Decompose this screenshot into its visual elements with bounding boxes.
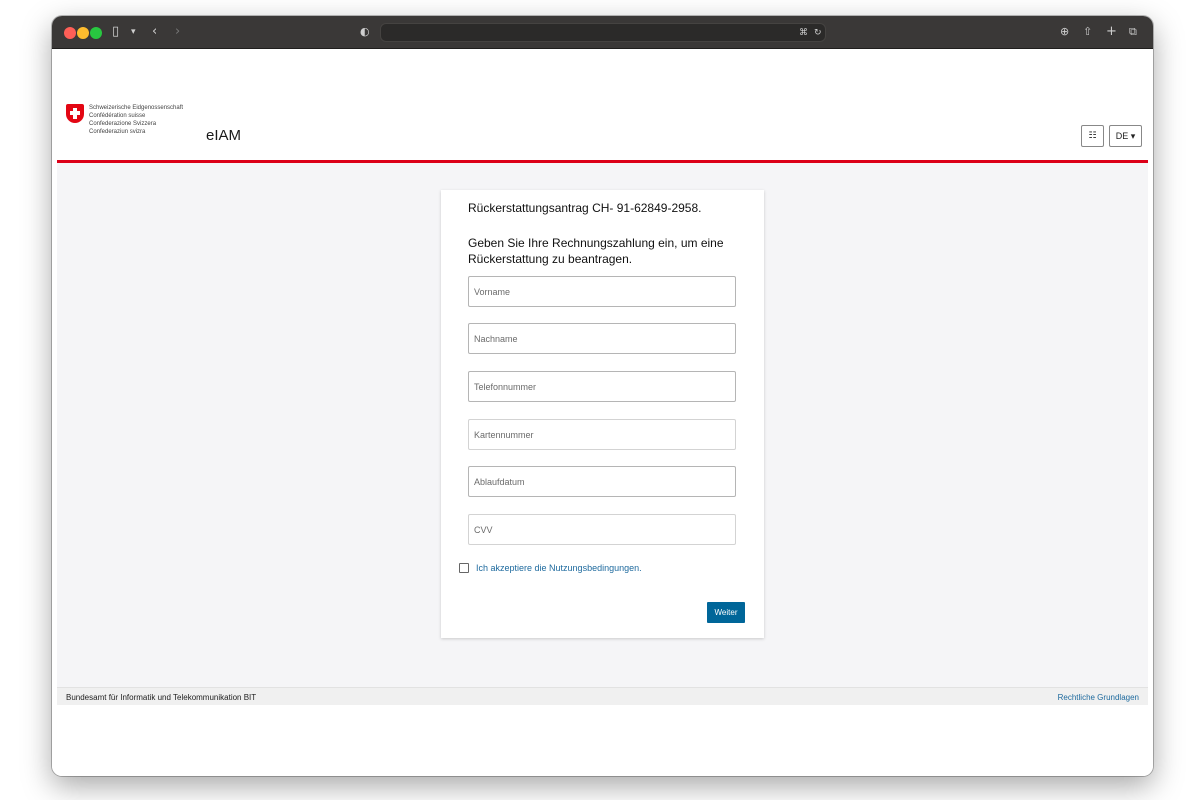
- logo-line: Confederazione Svizzera: [89, 121, 157, 127]
- settings-button[interactable]: ☷: [1081, 125, 1104, 147]
- app-title: eIAM: [206, 127, 242, 144]
- expiry-date-field[interactable]: Ablaufdatum: [468, 466, 736, 497]
- card-number-field[interactable]: Kartennummer: [468, 419, 736, 450]
- page-content: Schweizerische Eidgenossenschaft Confédé…: [52, 49, 1153, 776]
- language-select[interactable]: DE ▾: [1109, 125, 1142, 147]
- settings-icon: ☷: [1088, 131, 1097, 141]
- last-name-field[interactable]: Nachname: [468, 323, 736, 354]
- phone-field[interactable]: Telefonnummer: [468, 371, 736, 402]
- tabs-overview-icon[interactable]: ⧉: [1129, 24, 1137, 40]
- reload-icon[interactable]: ↻: [814, 25, 822, 41]
- first-name-field[interactable]: Vorname: [468, 276, 736, 307]
- continue-button[interactable]: Weiter: [707, 602, 745, 623]
- zoom-window-button[interactable]: [90, 27, 102, 39]
- download-icon[interactable]: ⊕: [1060, 24, 1069, 40]
- swiss-cross-logo-icon: [66, 104, 84, 123]
- site-header: Schweizerische Eidgenossenschaft Confédé…: [52, 49, 1153, 162]
- logo-line: Confédération suisse: [89, 113, 146, 119]
- main-area: Rückerstattungsantrag CH- 91-62849-2958.…: [57, 163, 1148, 687]
- close-window-button[interactable]: [64, 27, 76, 39]
- minimize-window-button[interactable]: [77, 27, 89, 39]
- form-description: Geben Sie Ihre Rechnungszahlung ein, um …: [468, 236, 724, 266]
- footer-organization: Bundesamt für Informatik und Telekommuni…: [66, 693, 257, 702]
- share-icon[interactable]: ⇧: [1083, 24, 1092, 40]
- terms-row: Ich akzeptiere die Nutzungsbedingungen.: [459, 563, 642, 573]
- chevron-down-icon[interactable]: ▾: [131, 24, 136, 40]
- site-footer: Bundesamt für Informatik und Telekommuni…: [57, 687, 1148, 705]
- logo-line: Schweizerische Eidgenossenschaft: [89, 105, 184, 111]
- address-bar[interactable]: ⌘ ↻: [380, 23, 826, 42]
- shield-icon: ◐: [360, 25, 370, 38]
- forward-icon[interactable]: ›: [175, 24, 180, 40]
- federal-logo-text: Schweizerische Eidgenossenschaft Confédé…: [89, 104, 183, 136]
- terms-link[interactable]: Ich akzeptiere die Nutzungsbedingungen.: [476, 563, 642, 573]
- browser-window: ▯ ▾ ‹ › ◐ ⌘ ↻ ⊕ ⇧ + ⧉ Schweizerische Eid…: [52, 16, 1153, 776]
- legal-link[interactable]: Rechtliche Grundlagen: [1058, 693, 1139, 702]
- cvv-field[interactable]: CVV: [468, 514, 736, 545]
- terms-checkbox[interactable]: [459, 563, 469, 573]
- logo-line: Confederaziun svizra: [89, 129, 146, 135]
- refund-form-card: Rückerstattungsantrag CH- 91-62849-2958.…: [441, 190, 764, 638]
- new-tab-icon[interactable]: +: [1106, 24, 1117, 40]
- browser-toolbar: ▯ ▾ ‹ › ◐ ⌘ ↻ ⊕ ⇧ + ⧉: [52, 16, 1153, 49]
- translate-icon[interactable]: ⌘: [799, 25, 808, 41]
- back-icon[interactable]: ‹: [152, 24, 157, 40]
- sidebar-icon[interactable]: ▯: [112, 24, 119, 40]
- form-title: Rückerstattungsantrag CH- 91-62849-2958.: [468, 201, 702, 215]
